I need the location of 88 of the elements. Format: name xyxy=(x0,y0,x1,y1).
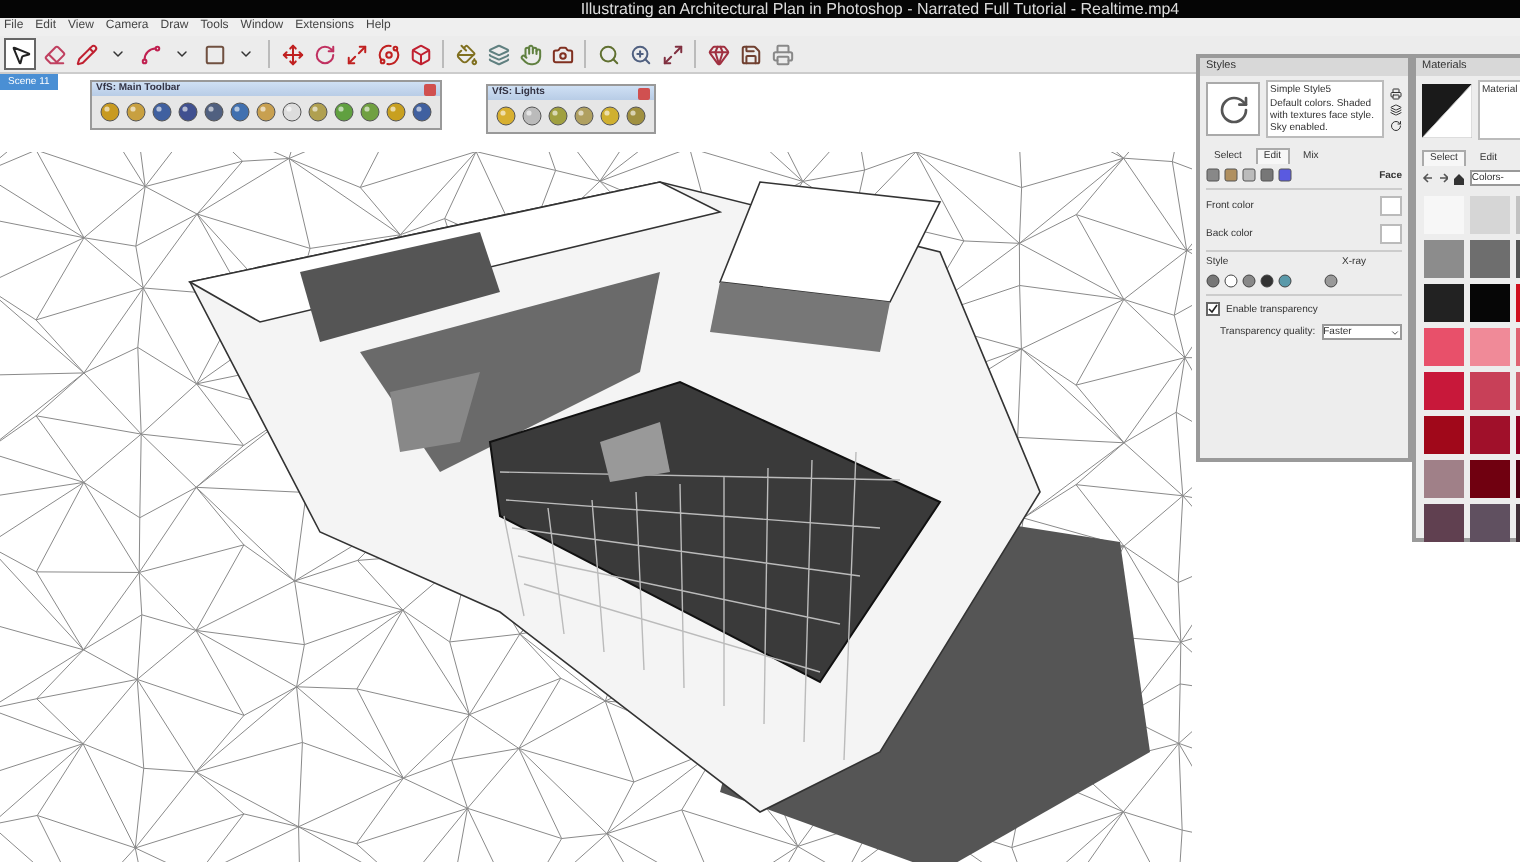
layers-icon[interactable] xyxy=(1390,103,1402,115)
layers-button[interactable] xyxy=(484,40,512,68)
color-swatch[interactable] xyxy=(1470,416,1510,454)
rotate-button[interactable] xyxy=(310,40,338,68)
caret-icon xyxy=(174,46,190,62)
sphere-icon[interactable] xyxy=(574,106,594,126)
save-button[interactable] xyxy=(736,40,764,68)
arc-icon xyxy=(139,43,161,65)
color-swatch[interactable] xyxy=(1470,372,1510,410)
sphere-icon[interactable] xyxy=(496,106,516,126)
sphere-icon[interactable] xyxy=(178,102,198,122)
color-swatch[interactable] xyxy=(1470,284,1510,322)
zoom-button[interactable] xyxy=(626,40,654,68)
layers-icon xyxy=(487,43,509,65)
rectangle-icon xyxy=(203,43,225,65)
eraser-icon xyxy=(43,43,65,65)
back-arrow-icon[interactable] xyxy=(1422,172,1434,184)
box-button[interactable] xyxy=(406,40,434,68)
color-swatch[interactable] xyxy=(1424,240,1464,278)
select-arrow-button[interactable] xyxy=(4,38,36,70)
front-color-well[interactable] xyxy=(1380,196,1402,216)
material-preview-icon xyxy=(1422,83,1472,137)
color-swatch[interactable] xyxy=(1424,328,1464,366)
scale-button[interactable] xyxy=(342,40,370,68)
hand-icon xyxy=(519,43,541,65)
arc-button[interactable] xyxy=(136,40,164,68)
color-swatch[interactable] xyxy=(1424,284,1464,322)
rectangle-button[interactable] xyxy=(200,40,228,68)
close-icon[interactable] xyxy=(638,87,650,99)
sphere-icon[interactable] xyxy=(308,102,328,122)
sphere-icon[interactable] xyxy=(334,102,354,122)
sphere-icon[interactable] xyxy=(360,102,380,122)
scale-icon xyxy=(345,43,367,65)
search-button[interactable] xyxy=(594,40,622,68)
print-icon[interactable] xyxy=(1390,87,1402,99)
sphere-icon[interactable] xyxy=(230,102,250,122)
style-thumbnail xyxy=(1206,82,1260,136)
color-swatch[interactable] xyxy=(1470,328,1510,366)
color-swatch[interactable] xyxy=(1470,460,1510,498)
printer-icon xyxy=(771,43,793,65)
pencil-icon xyxy=(75,43,97,65)
caret-icon xyxy=(1389,327,1400,337)
gem-icon xyxy=(707,43,729,65)
search-icon xyxy=(597,43,619,65)
back-color-well[interactable] xyxy=(1380,224,1402,244)
close-icon[interactable] xyxy=(424,83,436,95)
color-swatch[interactable] xyxy=(1424,416,1464,454)
forward-arrow-icon[interactable] xyxy=(1437,172,1449,184)
printer-button[interactable] xyxy=(768,40,796,68)
select-arrow-icon xyxy=(9,43,31,65)
sphere-icon[interactable] xyxy=(386,102,406,122)
sphere-icon[interactable] xyxy=(126,102,146,122)
paint-bucket-button[interactable] xyxy=(452,40,480,68)
sphere-icon[interactable] xyxy=(522,106,542,126)
caret-icon xyxy=(110,46,126,62)
move-button[interactable] xyxy=(278,40,306,68)
refresh-icon[interactable] xyxy=(1390,119,1402,131)
gem-button[interactable] xyxy=(704,40,732,68)
camera-icon xyxy=(551,43,573,65)
orbit-icon xyxy=(377,43,399,65)
sphere-icon[interactable] xyxy=(412,102,432,122)
sphere-icon[interactable] xyxy=(204,102,224,122)
sphere-icon[interactable] xyxy=(100,102,120,122)
sphere-icon[interactable] xyxy=(626,106,646,126)
window-title: Illustrating an Architectural Plan in Photoshop - Narrated Full Tutorial - Realtime.mp4 xyxy=(580,0,1180,18)
color-swatch[interactable] xyxy=(1424,460,1464,498)
color-swatch[interactable] xyxy=(1424,504,1464,542)
sphere-icon[interactable] xyxy=(600,106,620,126)
sphere-icon[interactable] xyxy=(282,102,302,122)
move-icon xyxy=(281,43,303,65)
color-swatch[interactable] xyxy=(1424,372,1464,410)
sphere-icon[interactable] xyxy=(256,102,276,122)
eraser-button[interactable] xyxy=(40,40,68,68)
sphere-icon[interactable] xyxy=(548,106,568,126)
color-swatch[interactable] xyxy=(1470,240,1510,278)
home-icon[interactable] xyxy=(1452,171,1466,185)
color-swatch[interactable] xyxy=(1470,504,1510,542)
rotate-icon xyxy=(313,43,335,65)
sphere-icon[interactable] xyxy=(152,102,172,122)
caret-icon xyxy=(238,46,254,62)
checkbox[interactable] xyxy=(1206,302,1220,316)
box-icon xyxy=(409,43,431,65)
hand-button[interactable] xyxy=(516,40,544,68)
pencil-button[interactable] xyxy=(72,40,100,68)
zoom-icon xyxy=(629,43,651,65)
save-icon xyxy=(739,43,761,65)
orbit-button[interactable] xyxy=(374,40,402,68)
paint-bucket-icon xyxy=(455,43,477,65)
